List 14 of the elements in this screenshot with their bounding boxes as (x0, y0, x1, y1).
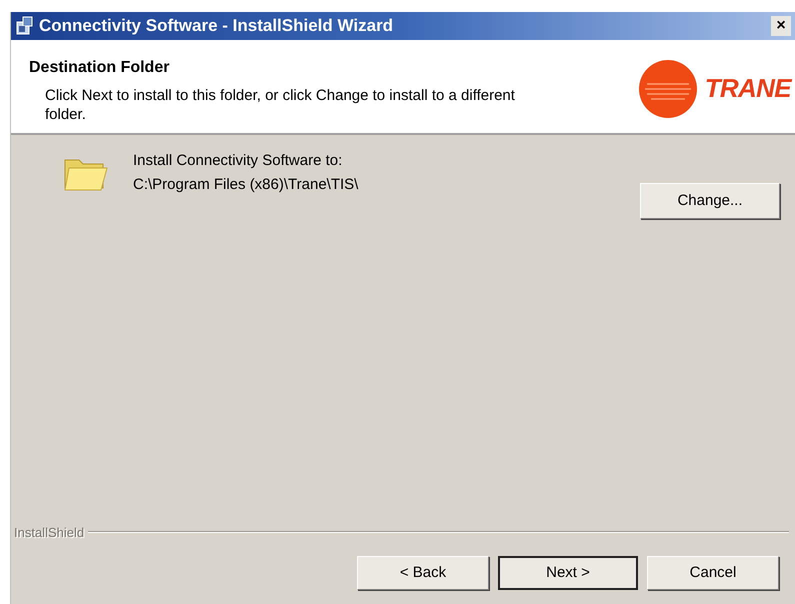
installer-icon (15, 16, 35, 36)
page-title: Destination Folder (29, 58, 170, 78)
logo-text: TRANE (704, 72, 791, 105)
installshield-label: InstallShield (14, 524, 84, 542)
page-description: Click Next to install to this folder, or click Change to install to a different folder. (45, 86, 516, 124)
wizard-button[interactable]: Cancel (647, 556, 779, 590)
logo-icon (638, 60, 697, 118)
destination-label: Install Connectivity Software to: (133, 151, 344, 171)
close-button[interactable]: × (771, 16, 791, 36)
window-title: Connectivity Software - InstallShield Wizard (39, 15, 394, 38)
change-button[interactable]: Change... (640, 183, 780, 219)
destination-path: C:\Program Files (x86)\Trane\TIS\ (133, 175, 360, 195)
wizard-button[interactable]: < Back (357, 556, 489, 590)
wizard-button[interactable]: Next > (498, 556, 638, 590)
